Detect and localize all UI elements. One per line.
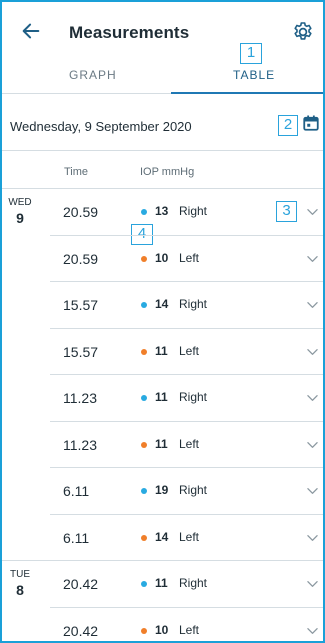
- table-row[interactable]: 15.57 11 Left: [2, 329, 323, 375]
- tab-graph[interactable]: GRAPH: [69, 68, 117, 82]
- iop-value: 11: [155, 576, 168, 590]
- table-row[interactable]: 6.11 14 Left: [2, 515, 323, 561]
- eye-side: Left: [179, 622, 200, 637]
- chevron-down-icon[interactable]: [307, 627, 318, 635]
- measurement-time: 20.59: [63, 250, 99, 267]
- measurement-time: 20.42: [63, 622, 99, 639]
- iop-value: 10: [155, 250, 169, 265]
- eye-side: Left: [179, 436, 200, 451]
- iop-value: 14: [155, 529, 169, 544]
- back-arrow-icon[interactable]: [20, 20, 42, 42]
- iop-value: 11: [155, 390, 168, 404]
- eye-color-dot: [141, 488, 147, 494]
- column-header-time: Time: [64, 166, 89, 178]
- eye-side: Right: [179, 483, 208, 497]
- measurement-time: 11.23: [63, 436, 97, 453]
- eye-side: Right: [179, 204, 208, 218]
- measurement-time: 15.57: [63, 297, 99, 313]
- table-row[interactable]: WED 9 20.59 13 Right: [2, 189, 323, 236]
- eye-color-dot: [141, 627, 147, 634]
- table-row[interactable]: 11.23 11 Right: [2, 375, 323, 422]
- chevron-down-icon[interactable]: [307, 348, 318, 356]
- app-bar: Measurements: [2, 2, 323, 50]
- chevron-down-icon[interactable]: [307, 534, 318, 542]
- table-header: Time IOP mmHg: [2, 151, 323, 189]
- iop-value: 10: [155, 622, 169, 637]
- eye-side: Right: [179, 297, 208, 311]
- page-title: Measurements: [69, 23, 190, 42]
- table-row[interactable]: 15.57 14 Right: [2, 282, 323, 329]
- eye-side: Right: [179, 576, 208, 590]
- day-label: WED 9: [5, 197, 35, 226]
- eye-color-dot: [141, 348, 147, 355]
- iop-value: 11: [155, 343, 168, 358]
- chevron-down-icon[interactable]: [307, 487, 318, 495]
- measurement-list: WED 9 20.59 13 Right 20.59 10 Left 15.57 14 Right 1…: [2, 189, 323, 642]
- eye-side: Left: [179, 250, 200, 265]
- measurement-time: 20.59: [63, 204, 99, 220]
- calendar-icon[interactable]: [302, 114, 320, 132]
- table-row[interactable]: 6.11 19 Right: [2, 468, 323, 515]
- measurement-time: 20.42: [63, 576, 99, 592]
- chevron-down-icon[interactable]: [307, 255, 318, 263]
- day-name: TUE: [10, 569, 30, 580]
- eye-color-dot: [141, 441, 147, 448]
- eye-color-dot: [141, 581, 147, 587]
- table-row[interactable]: 11.23 11 Left: [2, 422, 323, 468]
- eye-side: Left: [179, 343, 200, 358]
- measurement-time: 15.57: [63, 343, 99, 360]
- chevron-down-icon[interactable]: [307, 301, 318, 309]
- eye-color-dot: [141, 255, 147, 262]
- eye-side: Right: [179, 390, 208, 404]
- chevron-down-icon[interactable]: [307, 208, 318, 216]
- measurement-time: 6.11: [63, 483, 90, 499]
- day-number: 9: [16, 210, 24, 226]
- chevron-down-icon[interactable]: [307, 441, 318, 449]
- tab-table[interactable]: TABLE: [233, 68, 275, 82]
- measurement-time: 6.11: [63, 529, 90, 546]
- app-frame: Measurements GRAPH TABLE 1 2 3 4 Wednesd…: [0, 0, 325, 643]
- iop-value: 14: [155, 297, 169, 311]
- table-row[interactable]: 20.59 10 Left: [2, 236, 323, 282]
- view-tabs: GRAPH TABLE: [2, 58, 323, 94]
- column-header-iop: IOP mmHg: [140, 166, 195, 178]
- date-selector[interactable]: Wednesday, 9 September 2020: [2, 99, 323, 151]
- chevron-down-icon[interactable]: [307, 394, 318, 402]
- eye-side: Left: [179, 529, 200, 544]
- table-row[interactable]: 20.42 10 Left: [2, 608, 323, 642]
- iop-value: 13: [155, 204, 169, 218]
- chevron-down-icon[interactable]: [307, 580, 318, 588]
- selected-date: Wednesday, 9 September 2020: [10, 119, 192, 134]
- table-row[interactable]: TUE 8 20.42 11 Right: [2, 561, 323, 608]
- iop-value: 11: [155, 436, 168, 451]
- day-number: 8: [16, 582, 24, 598]
- eye-color-dot: [141, 302, 147, 308]
- eye-color-dot: [141, 395, 147, 401]
- gear-icon[interactable]: [291, 20, 315, 44]
- callout-1: 1: [240, 43, 262, 64]
- measurement-time: 11.23: [63, 390, 97, 406]
- day-name: WED: [8, 197, 32, 208]
- iop-value: 19: [155, 483, 169, 497]
- day-label: TUE 8: [5, 569, 35, 598]
- active-tab-indicator: [171, 92, 323, 94]
- eye-color-dot: [141, 534, 147, 541]
- eye-color-dot: [141, 209, 147, 215]
